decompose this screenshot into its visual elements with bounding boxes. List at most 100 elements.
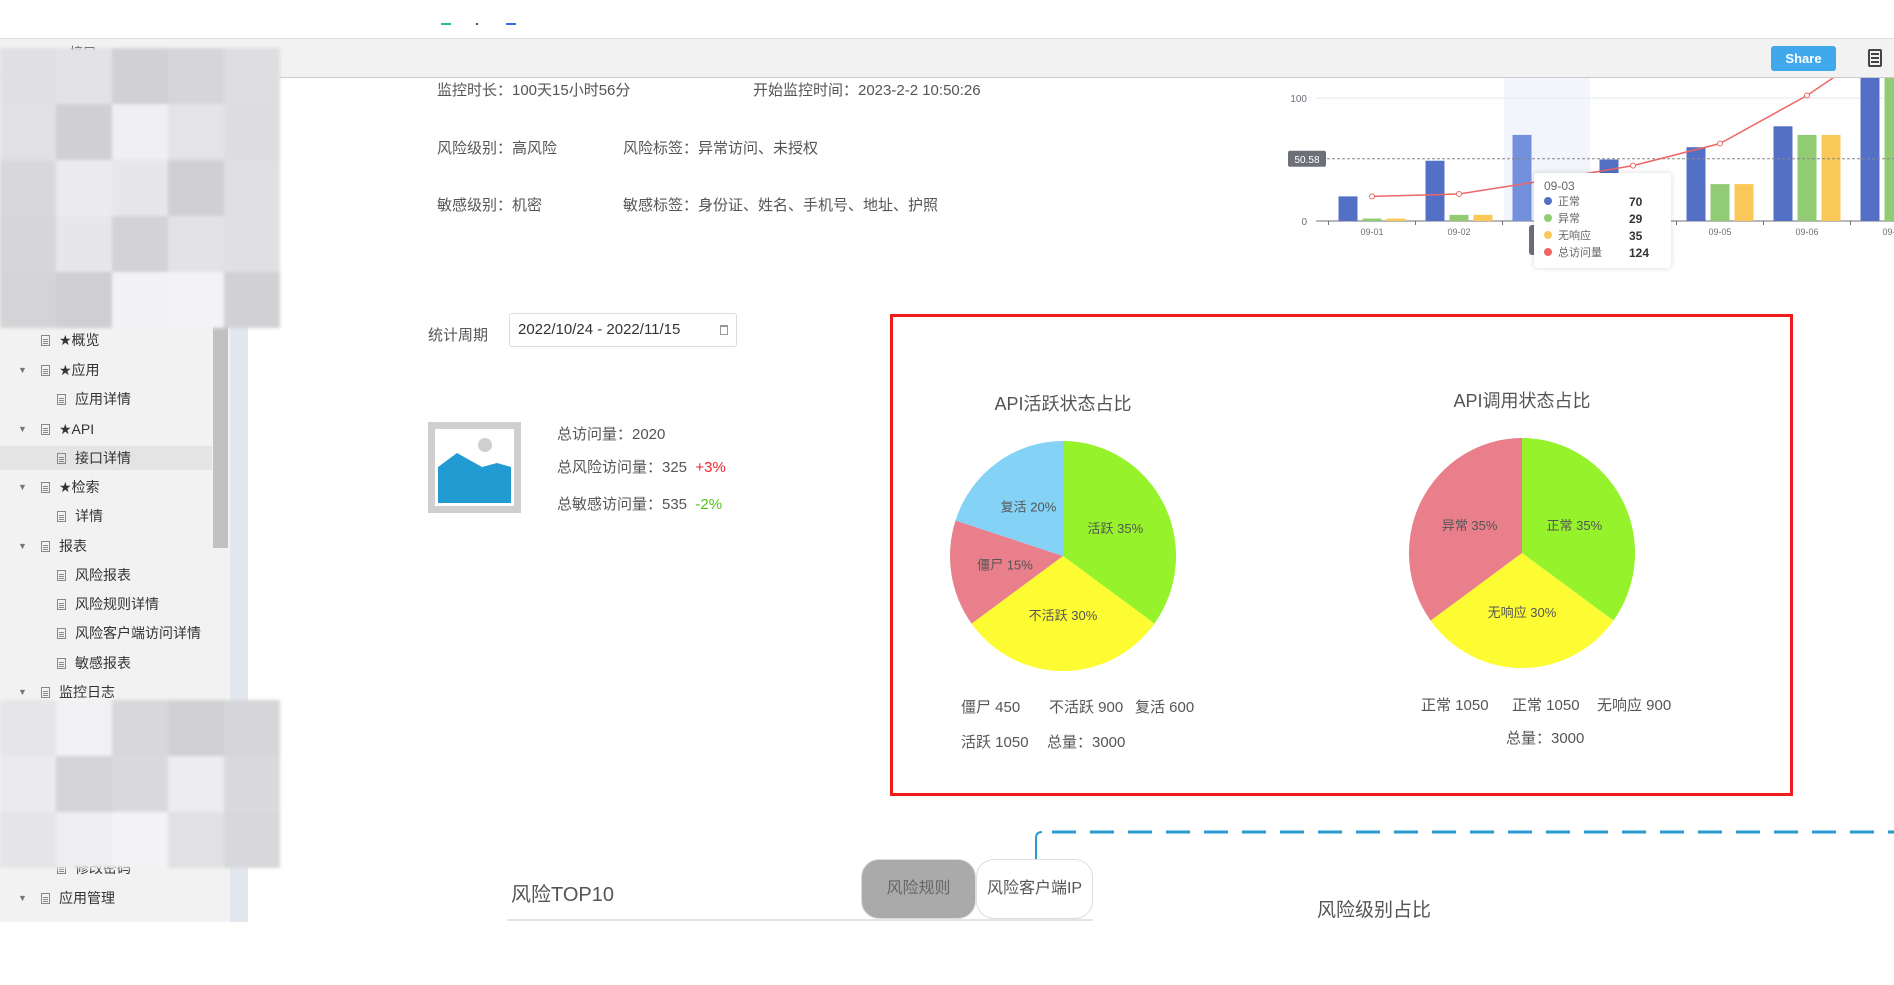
legend-total-right: 总量：3000 [1506, 730, 1585, 747]
legend-total: 总量：3000 [1047, 734, 1126, 751]
share-button[interactable]: Share [1771, 46, 1836, 71]
legend-no-response: 无响应 900 [1597, 697, 1672, 714]
line-point[interactable] [1630, 162, 1636, 169]
bar-异常[interactable] [1884, 78, 1894, 221]
sidebar-item-label: 风险客户端访问详情 [75, 625, 201, 641]
legend-active: 活跃 1050 [961, 734, 1029, 751]
line-point[interactable] [1456, 190, 1462, 197]
x-tick-label: 09-01 [1360, 227, 1383, 237]
bar-正常[interactable] [1338, 196, 1358, 221]
pie-slice-label: 复活 20% [1001, 500, 1057, 515]
document-list-icon[interactable] [1868, 49, 1882, 67]
tooltip-row: 异常 29 [1544, 211, 1661, 228]
sidebar-item[interactable]: ★概览 [0, 328, 212, 352]
bar-正常[interactable] [1512, 134, 1532, 221]
expand-arrow-icon[interactable]: ▼ [18, 417, 27, 441]
date-range-value: 2022/10/24 - 2022/11/15 [518, 321, 681, 338]
calendar-icon[interactable] [720, 325, 728, 335]
expand-arrow-icon[interactable]: ▼ [18, 475, 27, 499]
expand-arrow-icon[interactable]: ▼ [18, 534, 27, 558]
bar-异常[interactable] [1710, 184, 1730, 221]
sidebar-item-label: ★应用 [59, 362, 100, 378]
expand-arrow-icon[interactable]: ▼ [18, 886, 27, 910]
tab-risk-client-ip[interactable]: 风险客户端IP [976, 859, 1093, 919]
legend-inactive: 不活跃 900 [1049, 699, 1124, 716]
bar-异常[interactable] [1797, 134, 1817, 221]
risk-level-title: 风险级别占比 [1317, 900, 1432, 921]
document-icon [41, 335, 50, 346]
bar-正常[interactable] [1773, 126, 1793, 221]
series-dot-icon [1544, 231, 1552, 239]
tabs-underline [507, 919, 1093, 921]
document-icon [57, 394, 66, 405]
bar-无响应[interactable] [1734, 184, 1754, 221]
bar-异常[interactable] [1449, 214, 1469, 221]
y-tick-label: 0 [1301, 217, 1307, 228]
document-icon [57, 599, 66, 610]
bar-异常[interactable] [1362, 218, 1382, 221]
document-icon [57, 570, 66, 581]
document-icon [41, 541, 50, 552]
series-dot-icon [1544, 197, 1552, 205]
expand-arrow-icon[interactable]: ▼ [18, 358, 27, 382]
series-dot-icon [1544, 248, 1552, 256]
risk-tags: 风险标签：异常访问、未授权 [623, 140, 819, 157]
sidebar-item[interactable]: ▼ ★检索 [0, 475, 212, 499]
sidebar-item-label: ★API [59, 421, 95, 437]
risk-top10-title: 风险TOP10 [511, 884, 614, 906]
sensitive-change: -2% [695, 496, 723, 513]
tab-risk-rules[interactable]: 风险规则 [861, 859, 976, 919]
document-icon [57, 658, 66, 669]
sidebar-item-label: ★检索 [59, 479, 100, 495]
bar-正常[interactable] [1686, 147, 1706, 221]
pie-title-active: API活跃状态占比 [994, 394, 1132, 414]
sidebar-item-label: 应用详情 [75, 391, 131, 407]
legend-revived: 复活 600 [1135, 699, 1195, 716]
bar-无响应[interactable] [1821, 134, 1841, 221]
sidebar-item-label: 详情 [75, 508, 103, 524]
pie-slice-label: 不活跃 30% [1029, 608, 1098, 623]
monitor-duration: 监控时长：100天15小时56分 [437, 82, 631, 99]
pie-slice-label: 活跃 35% [1088, 521, 1144, 536]
tooltip-title: 09-03 [1544, 179, 1575, 193]
sidebar-item[interactable]: 应用详情 [0, 387, 212, 411]
date-range-input[interactable]: 2022/10/24 - 2022/11/15 [509, 313, 737, 347]
sidebar-item[interactable]: 风险规则详情 [0, 592, 212, 616]
legend-zombie: 僵尸 450 [961, 699, 1021, 716]
image-placeholder-icon [428, 422, 521, 513]
risk-access: 总风险访问量：325 +3% [557, 456, 726, 477]
tooltip-series: 正常 [1558, 196, 1580, 208]
period-label: 统计周期 [428, 327, 489, 344]
line-point[interactable] [1369, 193, 1375, 200]
line-point[interactable] [1804, 92, 1810, 99]
sidebar-item[interactable]: 风险客户端访问详情 [0, 621, 212, 645]
top-indicator [506, 23, 516, 25]
bar-无响应[interactable] [1386, 218, 1406, 221]
tooltip-series: 总访问量 [1558, 247, 1602, 259]
sidebar-item[interactable]: 详情 [0, 504, 212, 528]
sidebar-item[interactable]: ▼ ★应用 [0, 358, 212, 382]
sidebar-item[interactable]: 风险报表 [0, 563, 212, 587]
sidebar-item-label: 风险规则详情 [75, 596, 159, 612]
y-tick-label: 100 [1290, 94, 1307, 105]
line-point[interactable] [1717, 140, 1723, 147]
sidebar-item[interactable]: ▼ ★API [0, 417, 212, 441]
sidebar-item[interactable]: 接口详情 [0, 446, 212, 470]
sidebar-item[interactable]: ▼ 报表 [0, 534, 212, 558]
bar-正常[interactable] [1425, 160, 1445, 221]
sidebar-item-label: 接口详情 [75, 450, 131, 466]
tooltip-row: 无响应 35 [1544, 228, 1661, 245]
bar-正常[interactable] [1860, 78, 1880, 221]
average-label: 50.58 [1294, 155, 1319, 166]
sidebar-item[interactable]: ▼ 应用管理 [0, 886, 212, 910]
sidebar-item-label: 报表 [59, 538, 87, 554]
pie-slice-label: 僵尸 15% [977, 557, 1033, 572]
api-call-status-pie: 正常 35% 无响应 30% 异常 35% [1409, 438, 1635, 668]
sidebar-item[interactable]: 敏感报表 [0, 651, 212, 675]
toolbar: 接口 Share [0, 38, 1894, 78]
bar-无响应[interactable] [1473, 214, 1493, 221]
tooltip-value: 124 [1629, 246, 1650, 260]
document-icon [41, 482, 50, 493]
sidebar-item-label: 风险报表 [75, 567, 131, 583]
tooltip-series: 无响应 [1558, 230, 1591, 242]
